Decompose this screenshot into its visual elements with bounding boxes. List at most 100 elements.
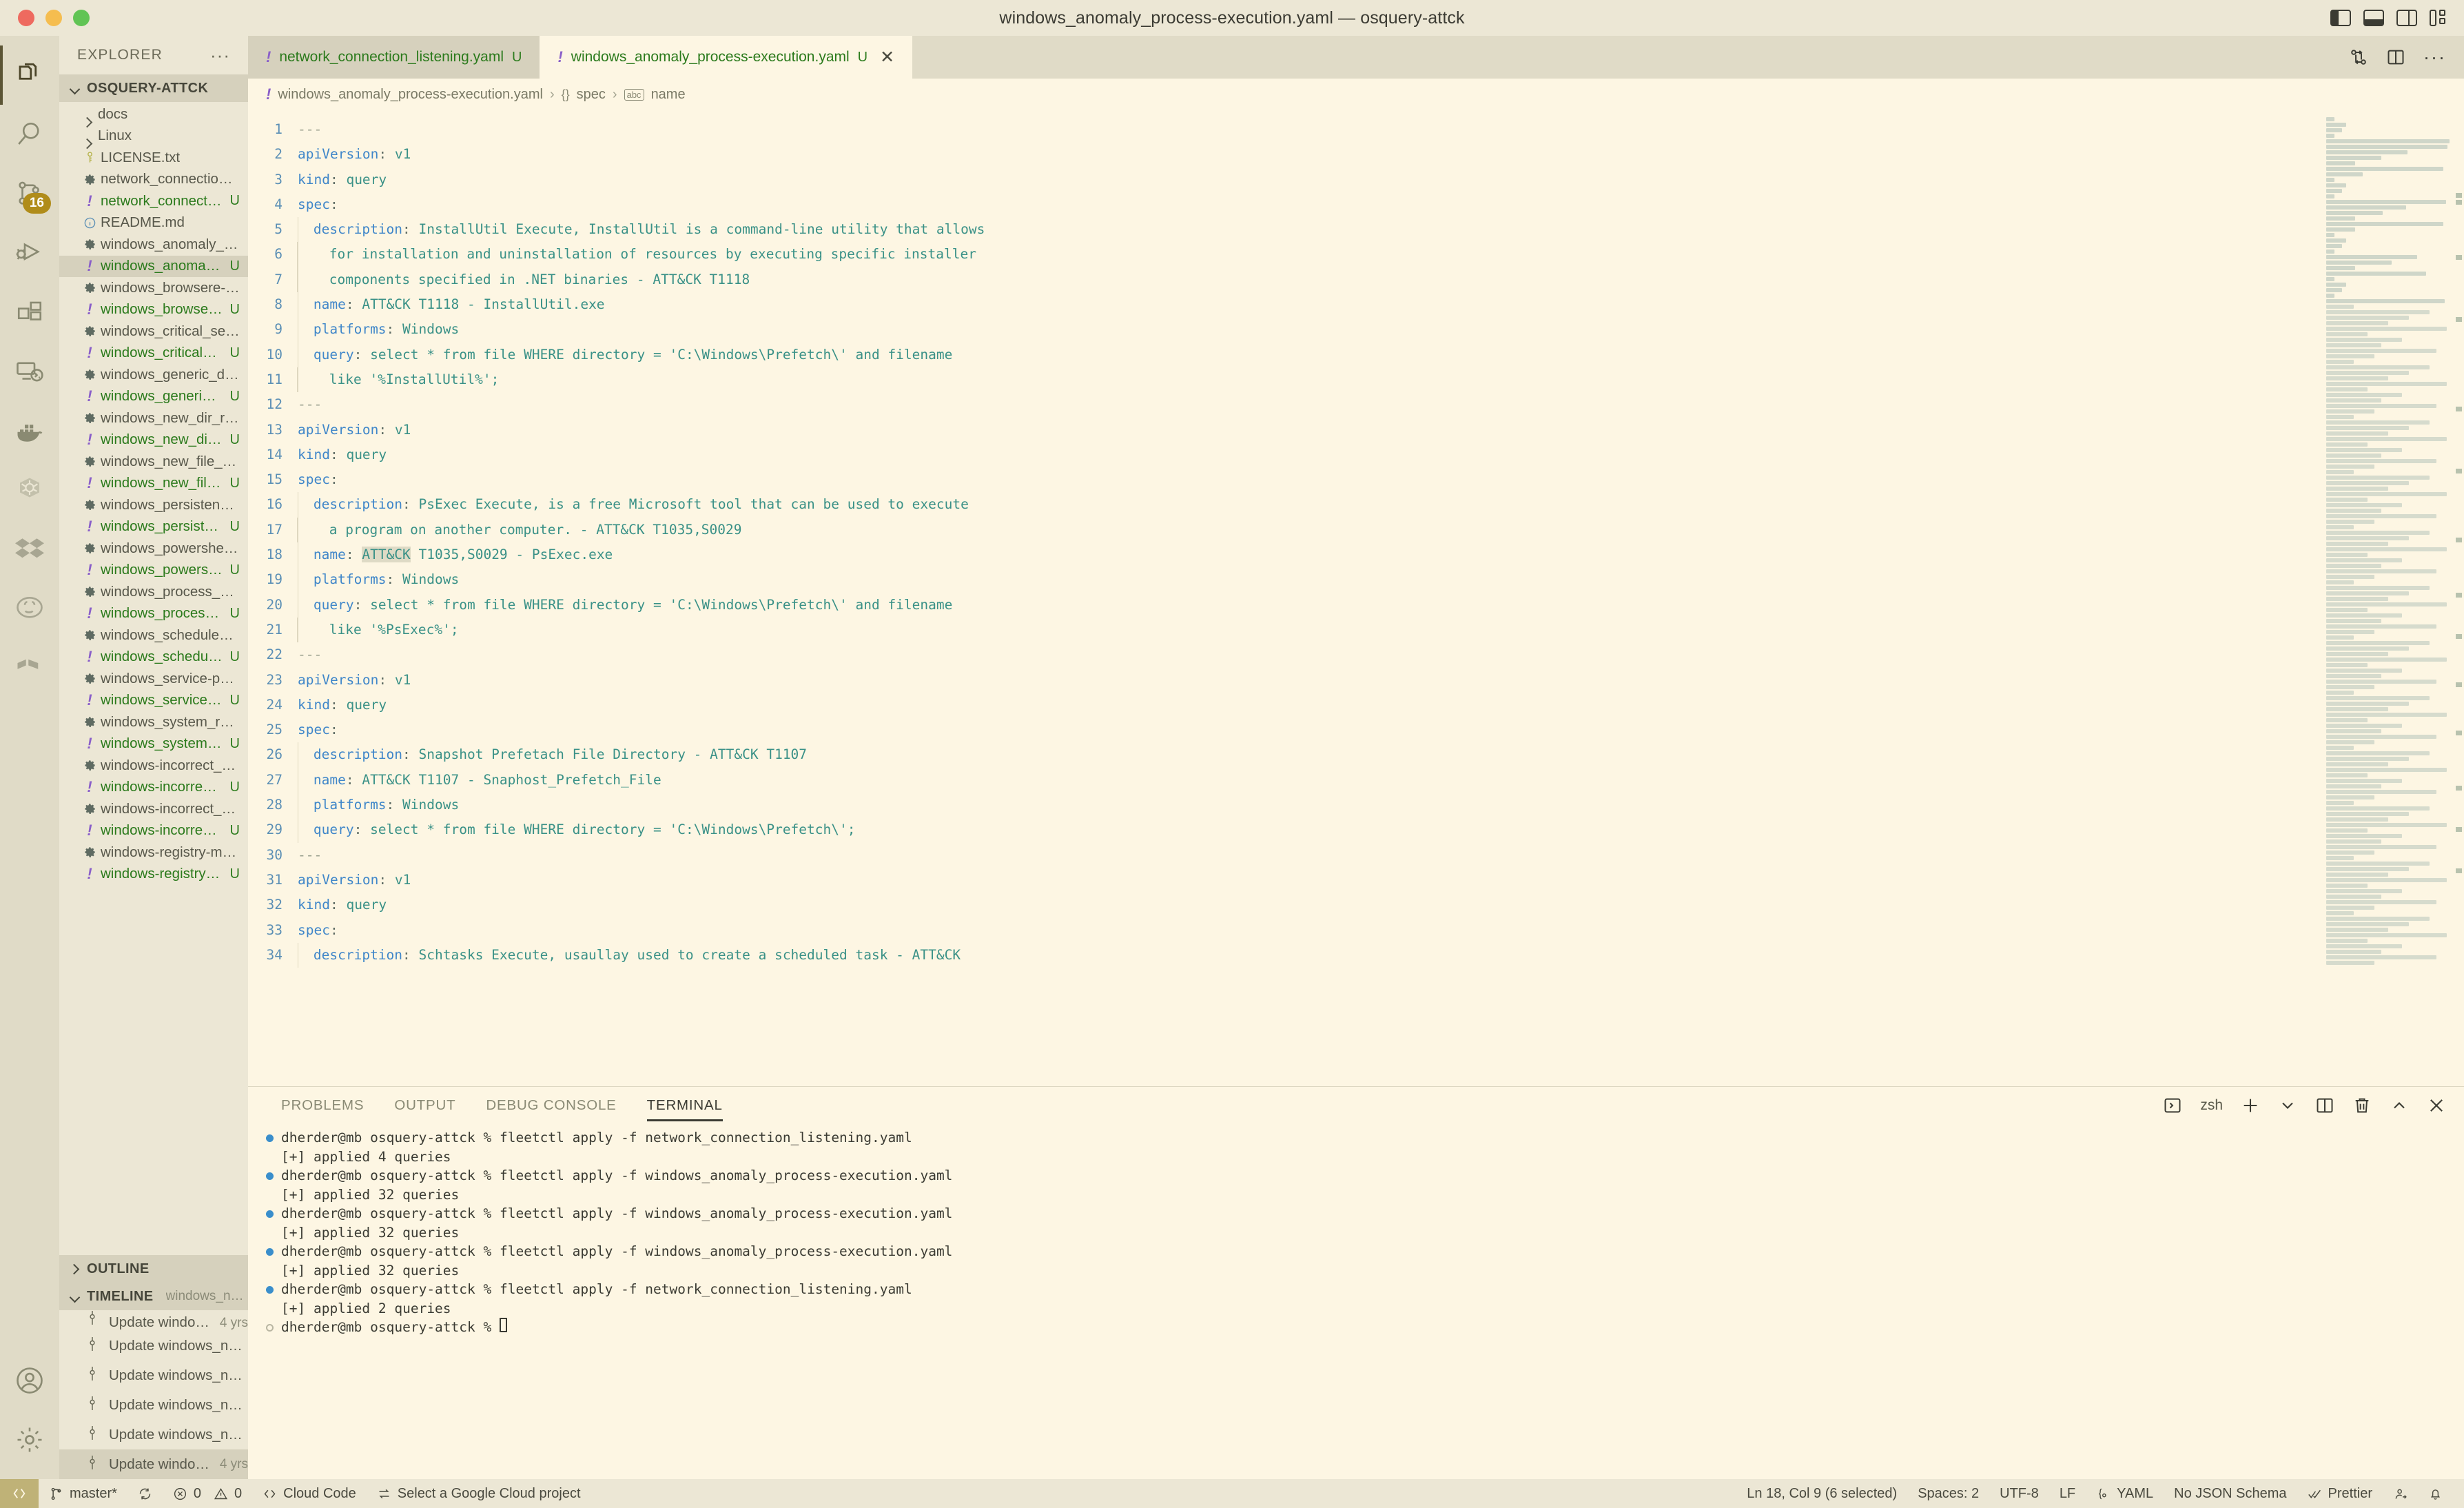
- panel-tab-bar[interactable]: PROBLEMS OUTPUT DEBUG CONSOLE TERMINAL z…: [248, 1087, 2464, 1124]
- code-line[interactable]: 4 spec:: [248, 192, 2319, 217]
- timeline-entry[interactable]: Update windows_new_file_relevant_infecti…: [59, 1390, 248, 1420]
- panel-actions[interactable]: zsh: [2163, 1096, 2464, 1115]
- terminal-shell-icon[interactable]: [2163, 1096, 2182, 1115]
- file-tree-row[interactable]: LICENSE.txt: [59, 147, 248, 169]
- code-line[interactable]: 25 spec:: [248, 717, 2319, 742]
- timeline-entry[interactable]: Update windows_new_file_relevant_infecti…: [59, 1310, 248, 1331]
- code-line[interactable]: 3 kind: query: [248, 167, 2319, 192]
- terminal-shell-label[interactable]: zsh: [2200, 1097, 2223, 1114]
- file-tree-row[interactable]: Linux: [59, 125, 248, 147]
- code-line[interactable]: 12 ---: [248, 392, 2319, 417]
- code-line[interactable]: 29 query: select * from file WHERE direc…: [248, 817, 2319, 843]
- close-tab-icon[interactable]: ✕: [880, 47, 894, 68]
- file-tree-row[interactable]: windows_new_file_relevant_infection_path…: [59, 451, 248, 473]
- file-tree-row[interactable]: ! network_connection_listening.yaml U: [59, 190, 248, 212]
- code-line[interactable]: 33 spec:: [248, 918, 2319, 943]
- split-editor-icon[interactable]: [2386, 48, 2405, 67]
- code-line[interactable]: 10 query: select * from file WHERE direc…: [248, 342, 2319, 367]
- file-tree-row[interactable]: ! windows_service-persistence.yaml U: [59, 690, 248, 712]
- editor-tab-network-connection-listening[interactable]: ! network_connection_listening.yaml U: [248, 36, 540, 79]
- file-tree-row[interactable]: windows_persistence-startup_items.conf: [59, 494, 248, 516]
- status-cursor-position[interactable]: Ln 18, Col 9 (6 selected): [1736, 1479, 1907, 1508]
- file-tree-row[interactable]: windows_service-persistence.conf: [59, 668, 248, 690]
- activity-bar[interactable]: 16: [0, 36, 59, 1479]
- editor-tab-bar[interactable]: ! network_connection_listening.yaml U ! …: [248, 36, 2464, 79]
- editor-more-actions-icon[interactable]: ···: [2423, 48, 2446, 66]
- editor-scrollbar[interactable]: [2454, 110, 2464, 1086]
- code-line[interactable]: 18 name: ATT&CK T1035,S0029 - PsExec.exe: [248, 542, 2319, 568]
- new-terminal-icon[interactable]: [2241, 1096, 2260, 1115]
- code-line[interactable]: 2 apiVersion: v1: [248, 142, 2319, 167]
- activitybar-item-extensions[interactable]: [0, 283, 59, 342]
- status-gcp-project[interactable]: Select a Google Cloud project: [367, 1479, 591, 1508]
- activitybar-item-todo-tree[interactable]: [0, 638, 59, 697]
- file-tree-row[interactable]: windows_critical_service_status.conf: [59, 320, 248, 343]
- timeline-section-header[interactable]: TIMELINE windows_new_file_relevant_infec…: [59, 1283, 248, 1310]
- status-sync[interactable]: [127, 1479, 163, 1508]
- file-tree-row[interactable]: ! windows-incorrect_parent_process.yaml U: [59, 777, 248, 799]
- status-eol[interactable]: LF: [2049, 1479, 2086, 1508]
- file-tree-row[interactable]: ! windows-incorrect_path_process.yaml U: [59, 820, 248, 842]
- activitybar-item-source-control[interactable]: 16: [0, 164, 59, 223]
- status-json-schema[interactable]: No JSON Schema: [2164, 1479, 2297, 1508]
- code-line[interactable]: 9 platforms: Windows: [248, 317, 2319, 343]
- file-tree-row[interactable]: docs: [59, 103, 248, 125]
- activitybar-item-remote-explorer[interactable]: [0, 342, 59, 401]
- customize-layout-icon[interactable]: [2430, 10, 2450, 26]
- breadcrumb-item-spec[interactable]: spec: [577, 87, 606, 103]
- code-line[interactable]: 34 description: Schtasks Execute, usaull…: [248, 942, 2319, 968]
- toggle-secondary-sidebar-icon[interactable]: [2396, 10, 2417, 26]
- file-tree-row[interactable]: windows_system_running_processes.conf: [59, 711, 248, 733]
- file-tree-row[interactable]: ! windows_critical_service_status.yaml U: [59, 343, 248, 365]
- sidebar-more-actions-icon[interactable]: ···: [210, 46, 230, 64]
- code-line[interactable]: 31 apiVersion: v1: [248, 868, 2319, 893]
- code-line[interactable]: 21 like '%PsExec%';: [248, 617, 2319, 643]
- status-formatter[interactable]: Prettier: [2297, 1479, 2383, 1508]
- file-tree-row[interactable]: ! windows_generic_detection.yaml U: [59, 386, 248, 408]
- activitybar-item-explorer[interactable]: [0, 45, 59, 105]
- code-line[interactable]: 32 kind: query: [248, 893, 2319, 917]
- layout-controls[interactable]: [2330, 10, 2450, 26]
- activitybar-item-dropbox[interactable]: [0, 520, 59, 579]
- file-tree-row[interactable]: README.md: [59, 212, 248, 234]
- activitybar-item-accounts[interactable]: [0, 1351, 59, 1410]
- code-line[interactable]: 15 spec:: [248, 467, 2319, 492]
- activitybar-item-github[interactable]: [0, 579, 59, 638]
- file-tree-row[interactable]: ! windows_powershell_events.yaml U: [59, 560, 248, 582]
- panel-tab-terminal[interactable]: TERMINAL: [632, 1087, 738, 1124]
- timeline-entry[interactable]: Update windows_new_file_relevant_infecti…: [59, 1449, 248, 1479]
- status-problems[interactable]: 0 0: [163, 1479, 252, 1508]
- status-feedback[interactable]: [2383, 1479, 2418, 1508]
- toggle-primary-sidebar-icon[interactable]: [2330, 10, 2351, 26]
- code-line[interactable]: 19 platforms: Windows: [248, 567, 2319, 593]
- code-line[interactable]: 6 for installation and uninstallation of…: [248, 242, 2319, 267]
- status-language-mode[interactable]: YAML: [2086, 1479, 2164, 1508]
- file-tree-row[interactable]: ! windows_persistence-startup_items.yaml U: [59, 516, 248, 538]
- file-tree-row[interactable]: ! windows_process_no_disk_binary.yaml U: [59, 603, 248, 625]
- code-line[interactable]: 11 like '%InstallUtil%';: [248, 367, 2319, 393]
- code-line[interactable]: 30 ---: [248, 843, 2319, 868]
- code-line[interactable]: 17 a program on another computer. - ATT&…: [248, 517, 2319, 543]
- code-line[interactable]: 5 description: InstallUtil Execute, Inst…: [248, 217, 2319, 243]
- toggle-panel-icon[interactable]: [2363, 10, 2384, 26]
- file-tree-row[interactable]: windows-registry-monitoring.conf: [59, 842, 248, 864]
- file-tree-row[interactable]: ! windows_new_file_relevant_infection_pat…: [59, 473, 248, 495]
- minimap[interactable]: [2319, 110, 2464, 1086]
- breadcrumb-item-name[interactable]: name: [651, 87, 686, 103]
- file-tree-row[interactable]: network_connection_listening.conf: [59, 169, 248, 191]
- code-line[interactable]: 27 name: ATT&CK T1107 - Snaphost_Prefetc…: [248, 767, 2319, 793]
- activitybar-item-search[interactable]: [0, 105, 59, 164]
- file-tree-row[interactable]: windows_powershell_events.conf: [59, 538, 248, 560]
- kill-terminal-icon[interactable]: [2352, 1096, 2372, 1115]
- code-line[interactable]: 28 platforms: Windows: [248, 793, 2319, 818]
- file-tree-row[interactable]: windows-incorrect_parent_process.conf: [59, 755, 248, 777]
- breadcrumb-item-file[interactable]: windows_anomaly_process-execution.yaml: [278, 87, 543, 103]
- activitybar-item-docker[interactable]: [0, 401, 59, 460]
- file-tree-row[interactable]: ! windows-registry-monitoring.yaml U: [59, 864, 248, 886]
- file-tree-row[interactable]: ! windows_new_dir_relevant_infection_path…: [59, 429, 248, 451]
- file-tree-row[interactable]: ! windows_scheduled_tasks.yaml U: [59, 646, 248, 669]
- status-indentation[interactable]: Spaces: 2: [1907, 1479, 1989, 1508]
- file-tree-row[interactable]: ! windows_system_running_processes.yaml U: [59, 733, 248, 755]
- panel-tab-debug-console[interactable]: DEBUG CONSOLE: [471, 1087, 631, 1124]
- file-tree-row[interactable]: windows_browsere-extensions.conf: [59, 277, 248, 299]
